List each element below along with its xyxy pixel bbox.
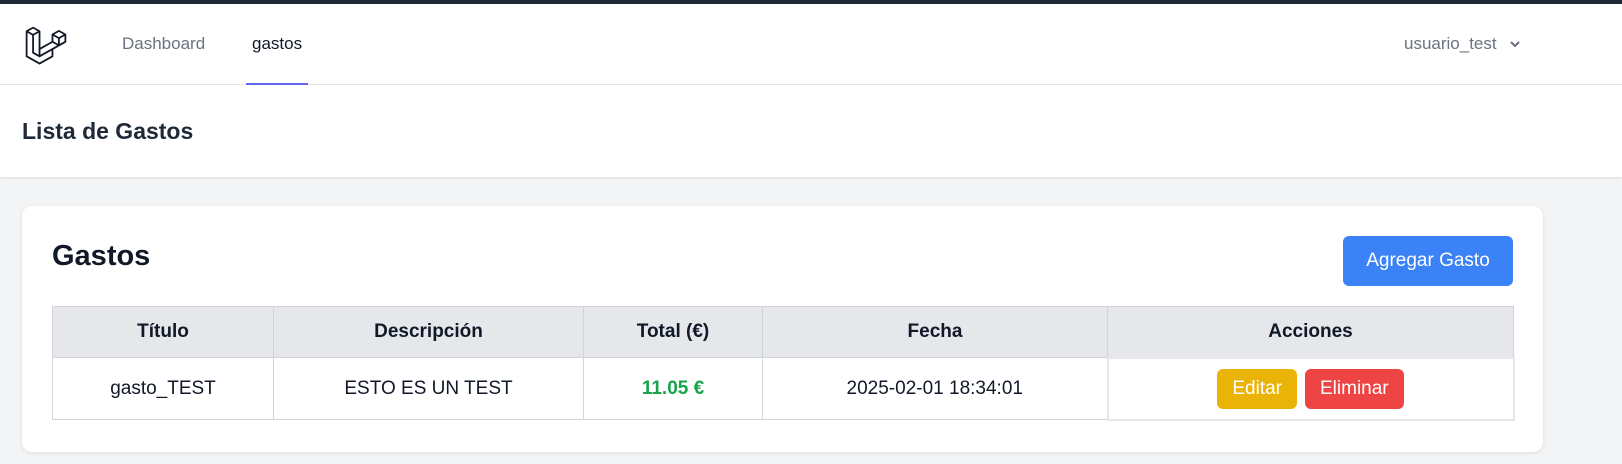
page-title: Lista de Gastos [22,118,194,144]
cell-descripcion: ESTO ES UN TEST [273,357,584,420]
top-navigation: Dashboard gastos usuario_test [0,4,1622,85]
user-menu-dropdown[interactable]: usuario_test [1404,4,1521,84]
table-header-row: Título Descripción Total (€) Fecha Accio… [52,306,1514,358]
page-header: Lista de Gastos [0,85,1622,177]
user-name: usuario_test [1404,34,1497,53]
delete-button[interactable]: Eliminar [1305,368,1404,409]
cell-acciones: Editar Eliminar [1106,356,1515,421]
chevron-down-icon [1510,41,1520,47]
cell-fecha: 2025-02-01 18:34:01 [762,357,1108,420]
table-row: gasto_TEST ESTO ES UN TEST 11.05 € 2025-… [52,356,1515,421]
edit-button[interactable]: Editar [1217,368,1297,409]
column-header-fecha: Fecha [762,306,1108,358]
column-header-titulo: Título [52,306,274,358]
card-title: Gastos [52,240,151,272]
gastos-card: Gastos Agregar Gasto Título Descripción … [22,206,1543,452]
nav-link-dashboard[interactable]: Dashboard [122,4,205,84]
column-header-descripcion: Descripción [273,306,584,358]
add-gasto-button[interactable]: Agregar Gasto [1343,236,1513,286]
column-header-acciones: Acciones [1107,306,1514,358]
gastos-table: Título Descripción Total (€) Fecha Accio… [52,306,1515,421]
column-header-total: Total (€) [583,306,763,358]
cell-total: 11.05 € [583,357,763,420]
laravel-logo-icon[interactable] [24,24,68,66]
nav-link-gastos[interactable]: gastos [246,4,309,85]
cell-titulo: gasto_TEST [52,357,274,420]
